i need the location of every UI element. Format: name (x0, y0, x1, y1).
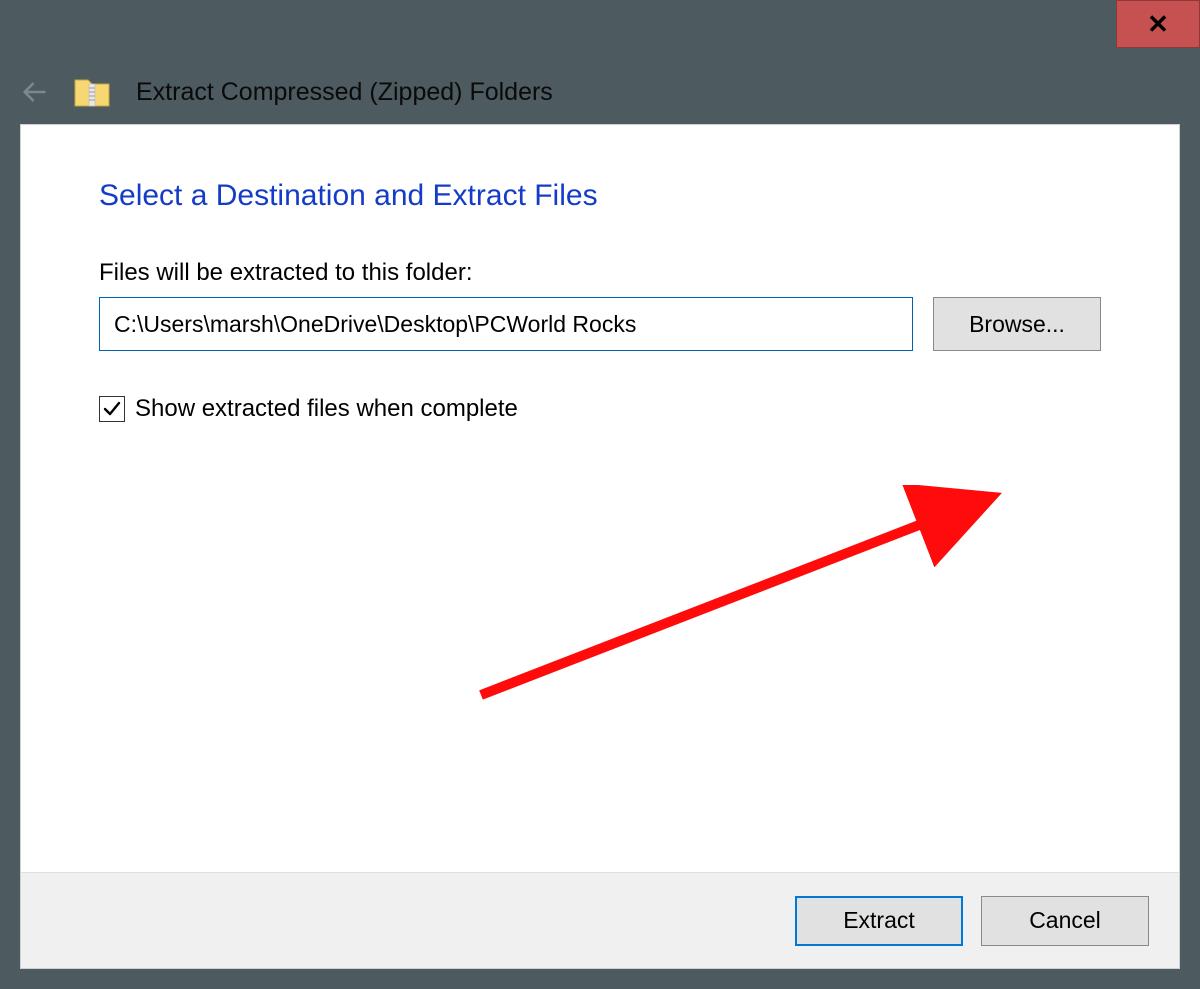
zipped-folder-icon (72, 72, 112, 112)
destination-path-input[interactable] (99, 297, 913, 351)
destination-row: Browse... (99, 297, 1101, 351)
window-title: Extract Compressed (Zipped) Folders (136, 78, 553, 107)
page-heading: Select a Destination and Extract Files (99, 179, 1101, 213)
window-chrome: ✕ Extract Compressed (Zipped) Folders Se… (0, 0, 1200, 989)
titlebar: Extract Compressed (Zipped) Folders (20, 60, 1180, 124)
show-files-checkbox-row: Show extracted files when complete (99, 395, 1101, 423)
close-button[interactable]: ✕ (1116, 0, 1200, 48)
browse-button[interactable]: Browse... (933, 297, 1101, 351)
show-files-checkbox-label: Show extracted files when complete (135, 395, 518, 423)
close-icon: ✕ (1147, 11, 1169, 37)
cancel-button[interactable]: Cancel (981, 896, 1149, 946)
dialog-footer: Extract Cancel (21, 872, 1179, 968)
content-inner: Select a Destination and Extract Files F… (99, 179, 1101, 858)
back-arrow-icon (20, 78, 48, 106)
dialog-content: Select a Destination and Extract Files F… (20, 124, 1180, 969)
back-button[interactable] (20, 78, 48, 106)
checkmark-icon (102, 399, 122, 419)
show-files-checkbox[interactable] (99, 396, 125, 422)
instruction-label: Files will be extracted to this folder: (99, 259, 1101, 287)
extract-button[interactable]: Extract (795, 896, 963, 946)
